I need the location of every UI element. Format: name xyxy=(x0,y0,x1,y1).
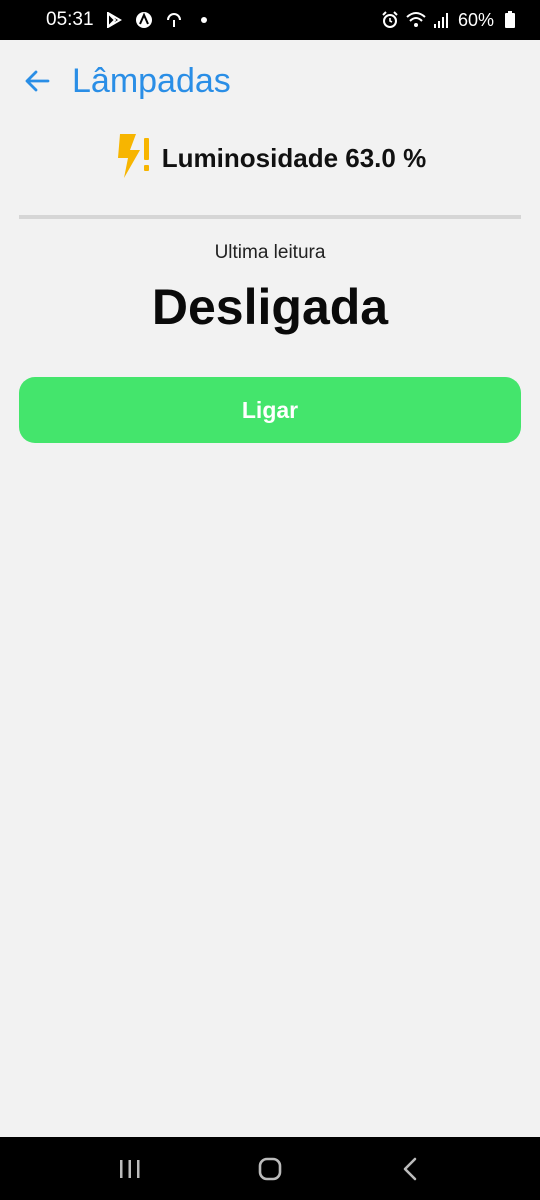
battery-percentage: 60% xyxy=(457,9,494,30)
lightning-alert-icon xyxy=(114,132,152,185)
home-button[interactable] xyxy=(240,1144,300,1194)
status-bar: 05:31 60% xyxy=(0,0,540,40)
sync-icon xyxy=(164,10,184,30)
recent-apps-button[interactable] xyxy=(100,1144,160,1194)
signal-icon xyxy=(432,10,452,30)
back-button[interactable] xyxy=(22,66,52,96)
back-icon xyxy=(403,1157,417,1180)
page-title: Lâmpadas xyxy=(72,61,231,100)
app-header: Lâmpadas xyxy=(0,40,540,122)
divider xyxy=(19,215,521,219)
status-time: 05:31 xyxy=(46,9,94,30)
luminosity-row: Luminosidade 63.0 % xyxy=(0,132,540,184)
recent-apps-icon xyxy=(120,1159,140,1178)
system-nav-bar xyxy=(0,1137,540,1200)
play-store-icon xyxy=(104,10,124,30)
arrow-left-icon xyxy=(25,70,50,92)
turn-on-button[interactable]: Ligar xyxy=(19,377,521,443)
last-reading-value: Desligada xyxy=(151,279,389,335)
app-notification-icon xyxy=(134,10,154,30)
status-right: 60% xyxy=(380,10,520,31)
nav-back-button[interactable] xyxy=(380,1144,440,1194)
alarm-icon xyxy=(380,10,400,30)
battery-icon xyxy=(500,10,520,30)
status-left: 05:31 xyxy=(46,9,214,31)
dot-icon xyxy=(194,10,214,30)
home-icon xyxy=(258,1157,282,1180)
wifi-icon xyxy=(406,10,426,30)
luminosity-text: Luminosidade 63.0 % xyxy=(161,142,427,173)
last-reading-label: Ultima leitura xyxy=(214,242,326,263)
